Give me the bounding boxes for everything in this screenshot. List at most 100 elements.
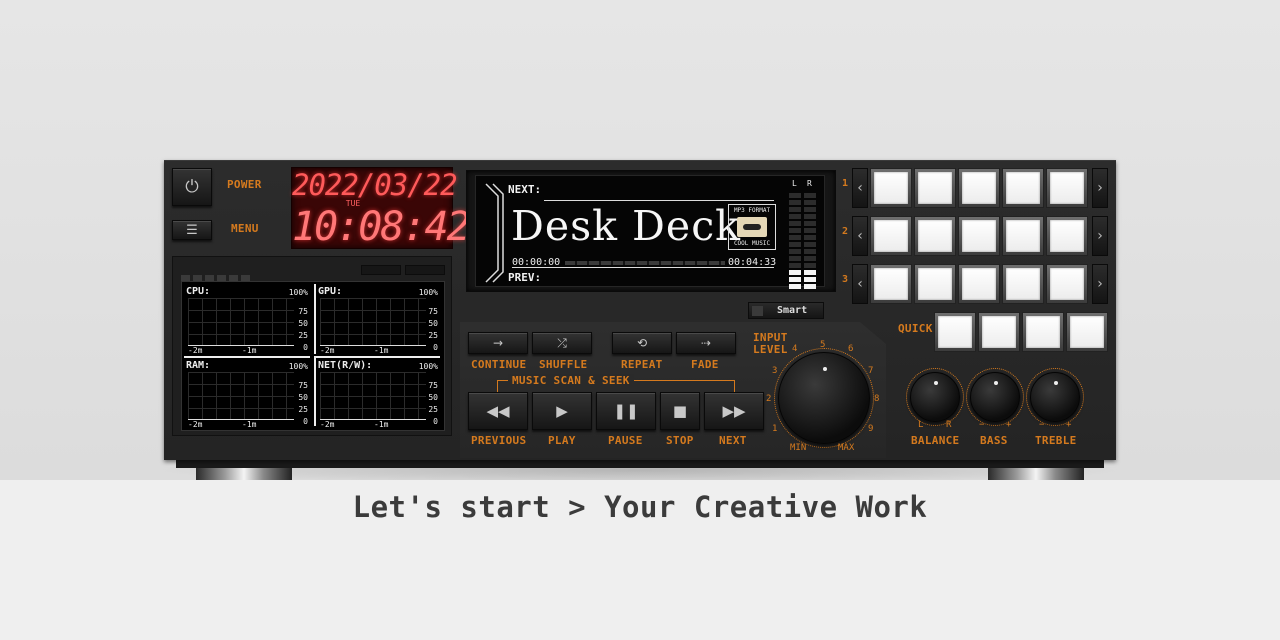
- shuffle-button[interactable]: ⤮: [532, 332, 592, 354]
- pad-row-next-button[interactable]: ›: [1092, 216, 1108, 256]
- clock-date: 2022/03/22: [292, 168, 458, 202]
- sound-pad[interactable]: [958, 168, 1000, 208]
- y-tick: 25: [428, 331, 438, 340]
- meter-segment: [804, 256, 816, 261]
- graph-title: NET(R/W):: [318, 360, 373, 371]
- balance-knob[interactable]: [910, 372, 960, 422]
- sound-pad[interactable]: [914, 168, 956, 208]
- clock-display: 2022/03/22 TUE 10:08:42: [291, 167, 471, 250]
- sound-pad[interactable]: [870, 216, 912, 256]
- graph-title: CPU:: [186, 286, 211, 297]
- shuffle-icon: ⤮: [557, 335, 567, 350]
- stop-button[interactable]: ■: [660, 392, 700, 430]
- smart-button[interactable]: Smart: [748, 302, 824, 319]
- quick-pad[interactable]: [1022, 312, 1064, 352]
- pad-row-next-button[interactable]: ›: [1092, 264, 1108, 304]
- graph-max: 100%: [288, 288, 308, 297]
- power-button[interactable]: ⏻: [172, 168, 212, 206]
- meter-left-label: L: [792, 179, 797, 188]
- x-tick: -2m: [188, 420, 203, 429]
- sound-pad[interactable]: [870, 168, 912, 208]
- bass-plus: +: [1006, 420, 1012, 430]
- pad-row-next-button[interactable]: ›: [1092, 168, 1108, 208]
- progress-bar[interactable]: [565, 261, 725, 265]
- pad-row-prev-button[interactable]: ‹: [852, 216, 868, 256]
- sound-pad[interactable]: [958, 264, 1000, 304]
- treble-knob[interactable]: [1030, 372, 1080, 422]
- monitor-toggle-2[interactable]: [405, 265, 445, 275]
- next-label-btn: NEXT: [719, 434, 747, 447]
- next-button[interactable]: ▶▶: [704, 392, 764, 430]
- fade-button[interactable]: ⇢: [676, 332, 736, 354]
- graph-title: GPU:: [318, 286, 343, 297]
- treble-label: TREBLE: [1035, 434, 1077, 447]
- y-tick: 0: [303, 417, 308, 426]
- y-tick: 75: [298, 307, 308, 316]
- pause-label: PAUSE: [608, 434, 643, 447]
- previous-label: PREVIOUS: [471, 434, 527, 447]
- pad-row-number: 1: [842, 178, 849, 189]
- sound-pad[interactable]: [1002, 168, 1044, 208]
- quick-pad[interactable]: [1066, 312, 1108, 352]
- sound-pad[interactable]: [914, 216, 956, 256]
- menu-button[interactable]: ☰: [172, 220, 212, 240]
- monitor-toggle-1[interactable]: [361, 265, 401, 275]
- quick-label: QUICK: [898, 322, 933, 335]
- bass-knob[interactable]: [970, 372, 1020, 422]
- scale-num: 2: [766, 394, 772, 404]
- play-button[interactable]: ▶: [532, 392, 592, 430]
- shuffle-label: SHUFFLE: [539, 358, 588, 371]
- right-foot: [988, 468, 1084, 480]
- pad-row-prev-button[interactable]: ‹: [852, 168, 868, 208]
- pad-row-prev-button[interactable]: ‹: [852, 264, 868, 304]
- scale-num: 5: [820, 340, 826, 350]
- meter-segment: [804, 263, 816, 268]
- sound-pad[interactable]: [1002, 216, 1044, 256]
- meter-segment: [789, 207, 801, 212]
- sound-pad[interactable]: [870, 264, 912, 304]
- cpu-graph: CPU: 100% 75 50 25 0 -2m -1m: [184, 284, 310, 355]
- menu-label: MENU: [231, 222, 259, 235]
- fade-icon: ⇢: [700, 336, 712, 350]
- quick-pad[interactable]: [934, 312, 976, 352]
- pad-row-number: 2: [842, 226, 849, 237]
- pause-button[interactable]: ❚❚: [596, 392, 656, 430]
- input-label-2: LEVEL: [753, 343, 788, 356]
- quick-pad[interactable]: [978, 312, 1020, 352]
- system-monitor: CPU: 100% 75 50 25 0 -2m -1m GPU: 100% 7…: [172, 256, 452, 436]
- graph-max: 100%: [418, 288, 438, 297]
- y-tick: 75: [428, 307, 438, 316]
- meter-segment: [789, 277, 801, 282]
- graph-title: RAM:: [186, 360, 211, 371]
- meter-segment: [804, 221, 816, 226]
- scale-max: MAX: [838, 443, 855, 453]
- meter-segment: [804, 249, 816, 254]
- previous-button[interactable]: ◀◀: [468, 392, 528, 430]
- level-meter-right: [804, 188, 816, 289]
- input-level-knob[interactable]: [778, 352, 870, 444]
- sound-pad[interactable]: [1046, 264, 1088, 304]
- display-bracket-icon: [485, 183, 504, 283]
- level-meter-left: [789, 188, 801, 289]
- continue-label: CONTINUE: [471, 358, 527, 371]
- meter-segment: [789, 249, 801, 254]
- gpu-graph: GPU: 100% 75 50 25 0 -2m -1m: [314, 284, 440, 355]
- meter-segment: [804, 214, 816, 219]
- meter-segment: [789, 221, 801, 226]
- left-foot: [196, 468, 292, 480]
- sound-pad[interactable]: [914, 264, 956, 304]
- sound-pad[interactable]: [958, 216, 1000, 256]
- sound-pad[interactable]: [1046, 216, 1088, 256]
- y-tick: 75: [428, 381, 438, 390]
- repeat-button[interactable]: ⟲: [612, 332, 672, 354]
- meter-segment: [789, 270, 801, 275]
- bass-minus: −: [979, 420, 985, 430]
- monitor-graphs: CPU: 100% 75 50 25 0 -2m -1m GPU: 100% 7…: [181, 281, 445, 431]
- sound-pad[interactable]: [1002, 264, 1044, 304]
- meter-segment: [789, 214, 801, 219]
- play-icon: ▶: [556, 402, 568, 420]
- continue-button[interactable]: →: [468, 332, 528, 354]
- balance-right: R: [946, 420, 952, 430]
- balance-left: L: [918, 420, 924, 430]
- sound-pad[interactable]: [1046, 168, 1088, 208]
